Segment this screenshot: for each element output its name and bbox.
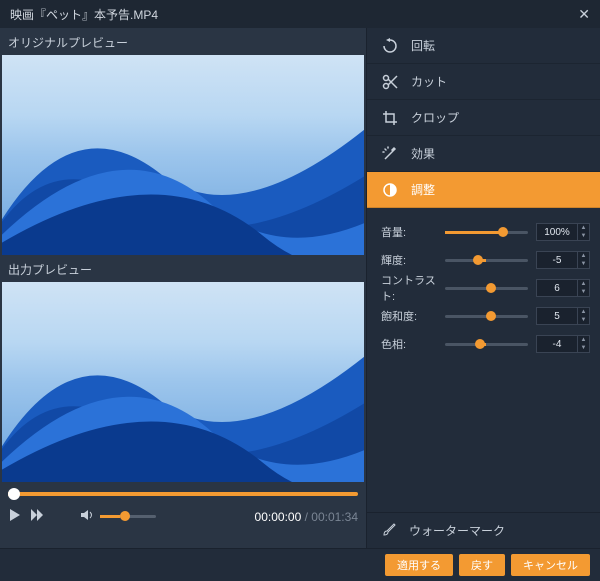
slider-volume: 音量: 100%▲▼ (381, 220, 590, 244)
menu-label: 回転 (411, 37, 435, 54)
volume-slider[interactable] (100, 515, 156, 518)
adjust-icon (381, 181, 399, 199)
slider-track[interactable] (445, 231, 528, 234)
playback-controls: 00:00:00 / 00:01:34 (0, 502, 366, 535)
menu-crop[interactable]: クロップ (367, 100, 600, 136)
spin-down-icon[interactable]: ▼ (578, 260, 589, 268)
rotate-icon (381, 37, 399, 55)
spin-down-icon[interactable]: ▼ (578, 344, 589, 352)
volume-handle[interactable] (120, 511, 130, 521)
output-preview-label: 出力プレビュー (0, 255, 366, 282)
slider-track[interactable] (445, 287, 528, 290)
slider-saturation: 飽和度: 5▲▼ (381, 304, 590, 328)
next-icon[interactable] (30, 508, 44, 525)
slider-spinner[interactable]: 5▲▼ (536, 307, 590, 325)
cancel-button[interactable]: キャンセル (511, 554, 590, 576)
slider-track[interactable] (445, 259, 528, 262)
apply-button[interactable]: 適用する (385, 554, 453, 576)
slider-label: 音量: (381, 224, 445, 240)
adjust-sliders: 音量: 100%▲▼ 輝度: -5▲▼ コントラスト: 6▲▼ 飽和度: 5▲▼… (367, 208, 600, 360)
original-preview-label: オリジナルプレビュー (0, 28, 366, 55)
volume-fill (100, 515, 120, 518)
spin-up-icon[interactable]: ▲ (578, 336, 589, 344)
menu-label: クロップ (411, 109, 459, 126)
slider-spinner[interactable]: -4▲▼ (536, 335, 590, 353)
spin-down-icon[interactable]: ▼ (578, 316, 589, 324)
play-icon[interactable] (8, 508, 22, 525)
revert-button[interactable]: 戻す (459, 554, 505, 576)
spin-up-icon[interactable]: ▲ (578, 280, 589, 288)
edit-panel: 回転 カット クロップ 効果 調整 音量: 100%▲▼ 輝度: (366, 28, 600, 548)
spin-down-icon[interactable]: ▼ (578, 288, 589, 296)
crop-icon (381, 109, 399, 127)
spin-up-icon[interactable]: ▲ (578, 224, 589, 232)
seek-bar[interactable] (8, 492, 358, 496)
menu-label: 効果 (411, 145, 435, 162)
slider-label: 飽和度: (381, 308, 445, 324)
slider-hue: 色相: -4▲▼ (381, 332, 590, 356)
slider-label: 輝度: (381, 252, 445, 268)
volume-control (80, 508, 156, 525)
slider-label: 色相: (381, 336, 445, 352)
main: オリジナルプレビュー 出力プレビュー (0, 28, 600, 548)
menu-label: カット (411, 73, 447, 90)
slider-spinner[interactable]: 6▲▼ (536, 279, 590, 297)
scissors-icon (381, 73, 399, 91)
slider-spinner[interactable]: -5▲▼ (536, 251, 590, 269)
sparkle-icon (381, 145, 399, 163)
window-title: 映画『ペット』本予告.MP4 (10, 6, 158, 23)
menu-rotate[interactable]: 回転 (367, 28, 600, 64)
menu-adjust[interactable]: 調整 (367, 172, 600, 208)
spin-down-icon[interactable]: ▼ (578, 232, 589, 240)
slider-brightness: 輝度: -5▲▼ (381, 248, 590, 272)
footer: 適用する 戻す キャンセル (0, 548, 600, 581)
menu-label: 調整 (411, 181, 435, 198)
spin-up-icon[interactable]: ▲ (578, 252, 589, 260)
preview-panel: オリジナルプレビュー 出力プレビュー (0, 28, 366, 548)
close-icon[interactable]: ✕ (578, 6, 590, 23)
titlebar: 映画『ペット』本予告.MP4 ✕ (0, 0, 600, 28)
slider-label: コントラスト: (381, 272, 445, 304)
time-current: 00:00:00 (255, 510, 302, 524)
slider-spinner[interactable]: 100%▲▼ (536, 223, 590, 241)
timecode: 00:00:00 / 00:01:34 (255, 510, 358, 524)
brush-icon (381, 520, 399, 541)
output-preview[interactable] (2, 282, 364, 482)
spin-up-icon[interactable]: ▲ (578, 308, 589, 316)
menu-cut[interactable]: カット (367, 64, 600, 100)
slider-contrast: コントラスト: 6▲▼ (381, 276, 590, 300)
volume-icon[interactable] (80, 508, 94, 525)
original-preview[interactable] (2, 55, 364, 255)
menu-label: ウォーターマーク (409, 522, 505, 539)
slider-track[interactable] (445, 315, 528, 318)
menu-effect[interactable]: 効果 (367, 136, 600, 172)
seek-handle[interactable] (8, 488, 20, 500)
time-duration: 00:01:34 (311, 510, 358, 524)
slider-track[interactable] (445, 343, 528, 346)
menu-watermark[interactable]: ウォーターマーク (367, 512, 600, 548)
